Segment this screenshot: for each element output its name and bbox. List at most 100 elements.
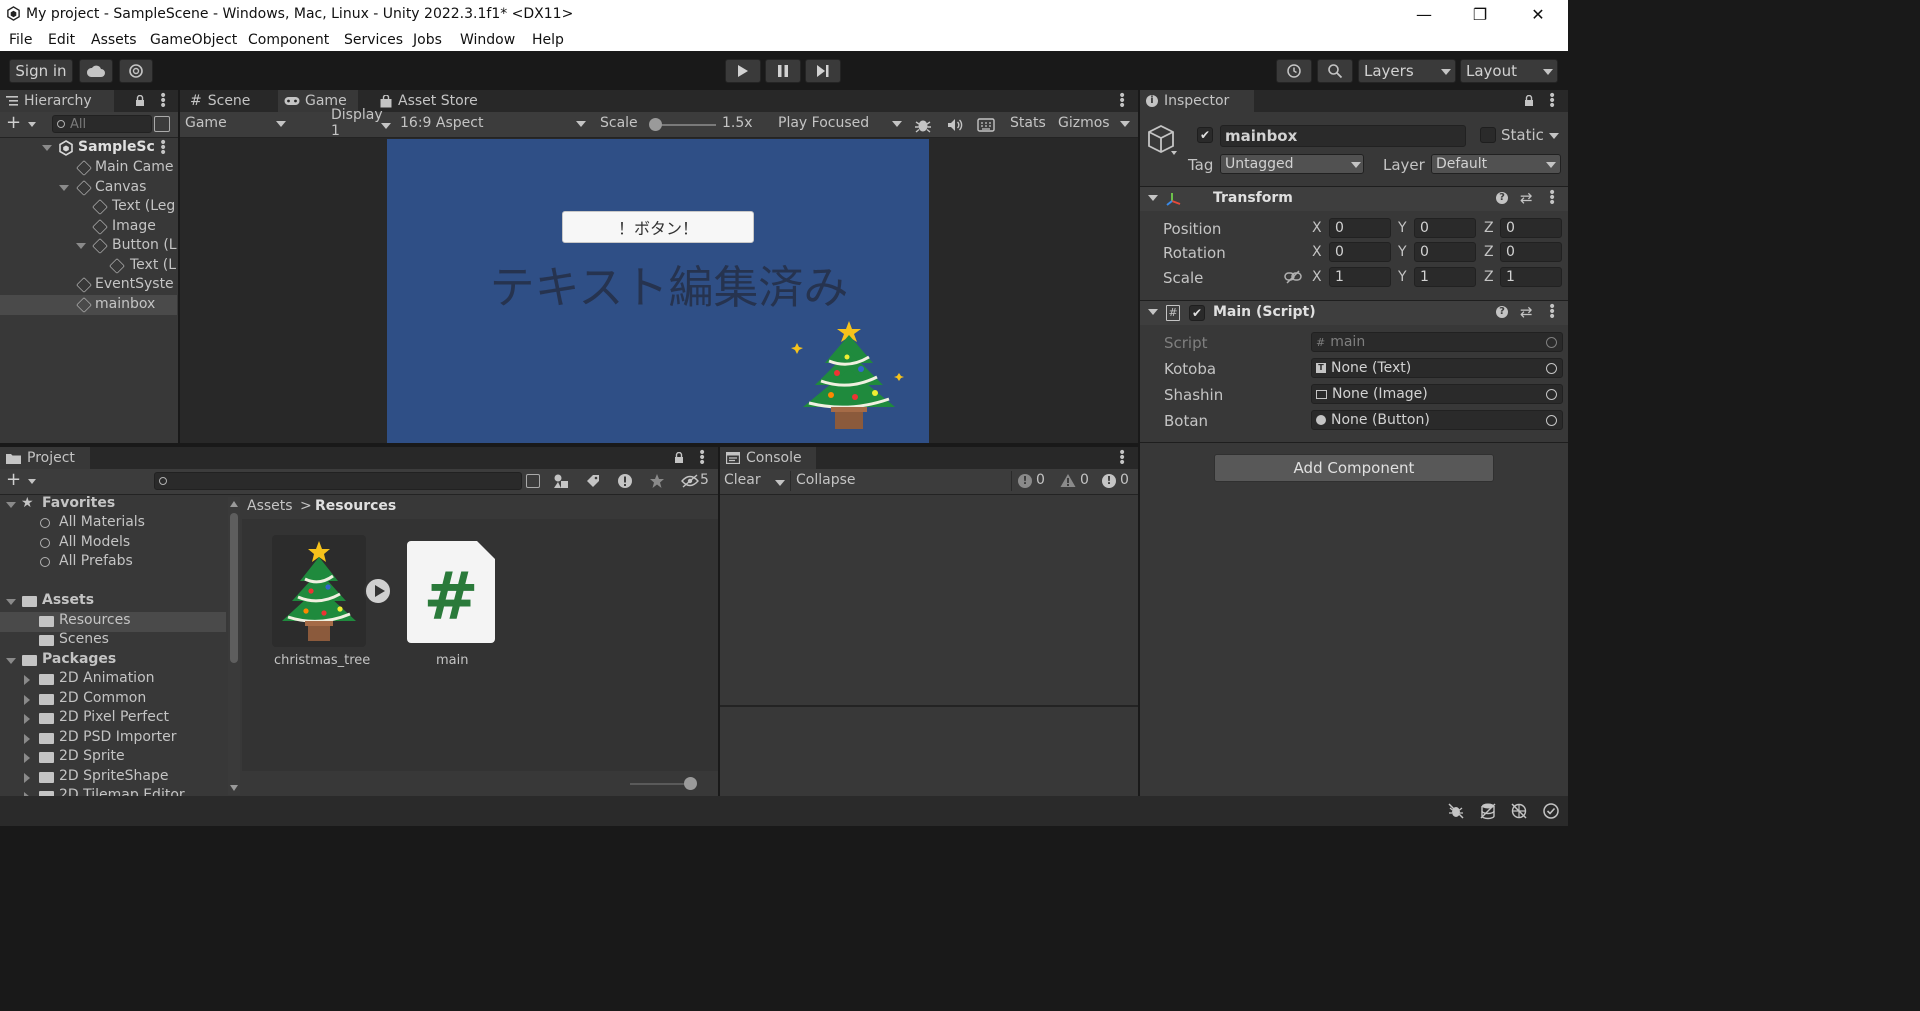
object-picker-icon[interactable] [1546,389,1557,400]
transform-header[interactable]: Transform ? ⇄ • • • [1140,186,1568,211]
search-button[interactable] [1317,59,1353,83]
hierarchy-item-main-camera[interactable]: Main Came [0,158,177,178]
hidden-packages-eye-icon[interactable] [681,474,699,488]
menu-file[interactable]: File [9,32,32,48]
cache-server-icon[interactable] [1479,802,1497,820]
console-menu-icon[interactable]: • • • [1118,446,1126,470]
component-menu-icon[interactable]: • • • [1548,186,1556,210]
undo-history-button[interactable] [1276,59,1312,83]
chevron-down-icon[interactable] [1549,133,1559,139]
static-checkbox[interactable] [1480,127,1496,143]
folder-resources[interactable]: Resources [0,612,226,632]
stats-button[interactable]: Stats [1010,115,1046,131]
favorite-star-icon[interactable] [649,473,665,489]
object-name-input[interactable]: mainbox [1220,125,1466,147]
breadcrumb-assets[interactable]: Assets [247,498,293,514]
gizmos-dropdown[interactable]: Gizmos [1054,112,1134,134]
tab-hierarchy[interactable]: Hierarchy [0,90,114,112]
play-focused-dropdown[interactable]: Play Focused [774,112,908,134]
maximize-button[interactable]: ❐ [1452,0,1508,29]
favorite-all-materials[interactable]: All Materials [0,514,228,534]
object-picker-icon[interactable] [1546,363,1557,374]
scale-y-field[interactable]: 1 [1414,267,1476,287]
botan-field[interactable]: None (Button) [1311,410,1563,430]
pause-button[interactable] [765,59,801,83]
layout-dropdown[interactable]: Layout [1460,59,1558,83]
expand-sprite-button[interactable] [364,577,392,605]
hierarchy-item-mainbox[interactable]: mainbox [0,295,177,315]
filter-by-label-icon[interactable] [585,473,601,489]
menu-services[interactable]: Services [344,32,403,48]
keyboard-icon[interactable] [977,117,995,133]
checkmark-circle-icon[interactable] [1542,802,1560,820]
menu-component[interactable]: Component [248,32,329,48]
folder-tree-scrollbar[interactable] [228,497,240,795]
cloud-button[interactable] [79,59,113,83]
package-2d-spriteshape[interactable]: 2D SpriteShape [0,768,228,788]
menu-edit[interactable]: Edit [48,32,75,48]
hierarchy-item-button[interactable]: Button (L [0,236,177,256]
object-picker-icon[interactable] [1546,415,1557,426]
center-menu-icon[interactable]: • • • [1118,89,1126,113]
hierarchy-item-text-legacy[interactable]: Text (Leg [0,197,177,217]
position-y-field[interactable]: 0 [1414,218,1476,238]
kotoba-field[interactable]: T None (Text) [1311,358,1563,378]
menu-help[interactable]: Help [532,32,564,48]
tab-scene[interactable]: # Scene [184,90,268,112]
game-ui-button[interactable]: ！ボタン！ [562,211,754,243]
info-log-icon[interactable]: ! [1018,474,1032,488]
script-component-header[interactable]: # ✔ Main (Script) ? ⇄ • • • [1140,300,1568,325]
error-icon[interactable]: ! [1102,474,1116,488]
lock-icon[interactable] [674,452,684,464]
menu-jobs[interactable]: Jobs [413,32,442,48]
lock-icon[interactable] [1524,95,1534,107]
rotation-y-field[interactable]: 0 [1414,242,1476,262]
clear-button[interactable]: Clear [724,472,761,488]
breadcrumb-resources[interactable]: Resources [315,498,396,514]
position-x-field[interactable]: 0 [1329,218,1391,238]
warning-icon[interactable] [1060,473,1076,488]
hierarchy-item-samplescene[interactable]: SampleSc • • • [0,138,177,158]
script-enabled-checkbox[interactable]: ✔ [1189,305,1205,321]
log-filter-icon[interactable] [617,473,633,489]
search-filter-icon[interactable] [154,116,170,132]
game-mode-dropdown[interactable]: Game [181,112,289,134]
package-2d-pixel-perfect[interactable]: 2D Pixel Perfect [0,709,228,729]
sign-in-button[interactable]: Sign in [9,59,73,83]
minimize-button[interactable]: — [1396,0,1452,29]
auto-generate-lighting-icon[interactable] [1510,802,1528,820]
create-button[interactable]: + [6,112,40,134]
scale-slider-handle[interactable] [649,118,662,131]
tab-console[interactable]: Console [720,447,816,469]
presets-icon[interactable]: ⇄ [1520,189,1533,207]
package-2d-animation[interactable]: 2D Animation [0,670,228,690]
inspector-menu-icon[interactable]: • • • [1548,89,1556,113]
asset-christmas-tree[interactable] [272,535,392,647]
hierarchy-item-button-text[interactable]: Text (L [0,256,177,276]
chevron-down-icon[interactable] [775,480,785,486]
favorites-header[interactable]: ★ Favorites [0,495,228,515]
help-icon[interactable]: ? [1496,192,1508,204]
position-z-field[interactable]: 0 [1500,218,1562,238]
collapse-toggle[interactable]: Collapse [796,472,856,488]
scroll-down-icon[interactable] [230,785,238,791]
packages-folder[interactable]: Packages [0,651,228,671]
layer-dropdown[interactable]: Default [1431,154,1561,174]
package-2d-tilemap-editor[interactable]: 2D Tilemap Editor [0,787,228,796]
component-menu-icon[interactable]: • • • [1548,300,1556,324]
menu-gameobject[interactable]: GameObject [150,32,237,48]
constrain-proportions-icon[interactable] [1284,270,1302,284]
shashin-field[interactable]: None (Image) [1311,384,1563,404]
presets-icon[interactable]: ⇄ [1520,303,1533,321]
hierarchy-item-image[interactable]: Image [0,217,177,237]
favorite-all-models[interactable]: All Models [0,534,228,554]
debug-bug-icon[interactable] [914,116,932,134]
lock-icon[interactable] [135,95,145,107]
package-2d-psd-importer[interactable]: 2D PSD Importer [0,729,228,749]
rotation-x-field[interactable]: 0 [1329,242,1391,262]
assets-folder[interactable]: Assets [0,592,228,612]
rotation-z-field[interactable]: 0 [1500,242,1562,262]
scene-menu-icon[interactable]: • • • [159,138,167,158]
folder-scenes[interactable]: Scenes [0,631,228,651]
layers-dropdown[interactable]: Layers [1358,59,1456,83]
